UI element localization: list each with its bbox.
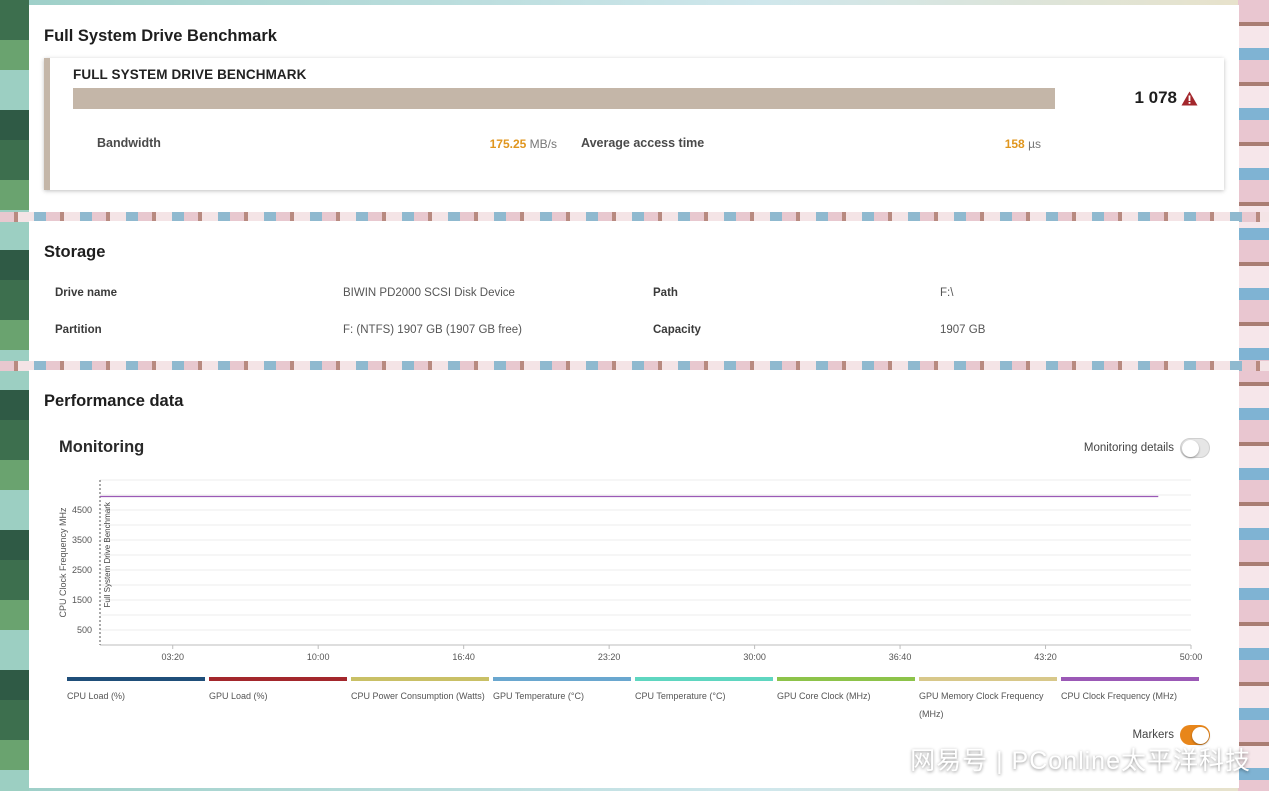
- desktop-wallpaper-right: [1238, 0, 1269, 791]
- legend-item[interactable]: CPU Clock Frequency (MHz): [1061, 677, 1199, 723]
- legend-swatch: [1061, 677, 1199, 681]
- x-tick-label: 10:00: [307, 652, 330, 662]
- score-value: 1 078: [1134, 88, 1177, 107]
- x-tick-label: 30:00: [743, 652, 766, 662]
- path-label: Path: [653, 287, 678, 299]
- bandwidth-label: Bandwidth: [97, 136, 161, 150]
- benchmark-name: FULL SYSTEM DRIVE BENCHMARK: [73, 67, 307, 82]
- monitoring-details-toggle[interactable]: [1180, 438, 1210, 458]
- legend-label: GPU Temperature (°C): [493, 691, 584, 701]
- capacity-value: 1907 GB: [940, 324, 986, 336]
- storage-panel: Storage Drive name BIWIN PD2000 SCSI Dis…: [29, 221, 1239, 361]
- legend-label: CPU Temperature (°C): [635, 691, 726, 701]
- score-bar: [73, 88, 1055, 109]
- performance-panel: Performance data Monitoring Monitoring d…: [29, 370, 1239, 788]
- benchmark-result-card: FULL SYSTEM DRIVE BENCHMARK 1 078 Bandwi…: [44, 58, 1224, 190]
- legend-label: CPU Power Consumption (Watts): [351, 691, 485, 701]
- performance-section-title: Performance data: [44, 392, 184, 410]
- legend-item[interactable]: GPU Load (%): [209, 677, 347, 723]
- storage-section-title: Storage: [44, 243, 106, 261]
- legend-label: GPU Core Clock (MHz): [777, 691, 871, 701]
- legend-swatch: [67, 677, 205, 681]
- legend-swatch: [351, 677, 489, 681]
- legend-swatch: [777, 677, 915, 681]
- y-axis-label: CPU Clock Frequency MHz: [58, 507, 68, 618]
- score-bar-fill: [73, 88, 1055, 109]
- y-tick-label: 2500: [72, 565, 92, 575]
- access-time-value: 158 µs: [1005, 137, 1041, 151]
- legend-swatch: [493, 677, 631, 681]
- watermark: 网易号 | PConline太平洋科技: [910, 747, 1251, 775]
- legend-item[interactable]: CPU Temperature (°C): [635, 677, 773, 723]
- monitoring-details-toggle-row: Monitoring details: [1084, 438, 1210, 458]
- x-tick-label: 23:20: [598, 652, 621, 662]
- benchmark-panel: Full System Drive Benchmark FULL SYSTEM …: [29, 5, 1239, 212]
- legend-item[interactable]: CPU Load (%): [67, 677, 205, 723]
- legend-label: CPU Clock Frequency (MHz): [1061, 691, 1178, 701]
- monitoring-chart: 500 1500 2500 3500 4500 03:20 10:00 16:40 23:20 3…: [58, 479, 1203, 662]
- benchmark-section-title: Full System Drive Benchmark: [44, 27, 277, 45]
- legend-swatch: [635, 677, 773, 681]
- partition-value: F: (NTFS) 1907 GB (1907 GB free): [343, 324, 522, 336]
- x-tick-label: 16:40: [452, 652, 475, 662]
- access-time-number: 158: [1004, 137, 1025, 151]
- markers-label: Markers: [1132, 729, 1174, 741]
- legend-swatch: [919, 677, 1057, 681]
- x-tick-label: 36:40: [889, 652, 912, 662]
- access-time-unit: µs: [1028, 137, 1041, 151]
- legend-item[interactable]: GPU Temperature (°C): [493, 677, 631, 723]
- y-tick-label: 3500: [72, 535, 92, 545]
- x-tick-label: 50:00: [1180, 652, 1203, 662]
- y-tick-label: 500: [77, 625, 92, 635]
- monitoring-title: Monitoring: [59, 438, 145, 456]
- partition-label: Partition: [55, 324, 102, 336]
- y-tick-label: 1500: [72, 595, 92, 605]
- chart-legend: CPU Load (%) GPU Load (%) CPU Power Consum…: [67, 677, 1202, 723]
- warning-triangle-icon[interactable]: [1181, 91, 1198, 106]
- access-time-label: Average access time: [581, 136, 705, 150]
- legend-label: GPU Memory Clock Frequency (MHz): [919, 691, 1044, 719]
- drive-name-label: Drive name: [55, 287, 118, 299]
- drive-name-value: BIWIN PD2000 SCSI Disk Device: [343, 287, 515, 299]
- x-tick-label: 43:20: [1034, 652, 1057, 662]
- y-tick-label: 4500: [72, 505, 92, 515]
- legend-label: GPU Load (%): [209, 691, 268, 701]
- x-tick-label: 03:20: [161, 652, 184, 662]
- bandwidth-unit: MB/s: [529, 137, 557, 151]
- desktop-wallpaper-left: [0, 0, 29, 791]
- bandwidth-number: 175.25: [489, 137, 527, 151]
- legend-item[interactable]: GPU Memory Clock Frequency (MHz): [919, 677, 1057, 723]
- legend-item[interactable]: CPU Power Consumption (Watts): [351, 677, 489, 723]
- bandwidth-value: 175.25 MB/s: [490, 137, 557, 151]
- capacity-label: Capacity: [653, 324, 701, 336]
- legend-swatch: [209, 677, 347, 681]
- benchmark-score: 1 078: [1134, 88, 1198, 108]
- path-value: F:\: [940, 287, 954, 299]
- monitoring-details-label: Monitoring details: [1083, 442, 1174, 454]
- legend-label: CPU Load (%): [67, 691, 126, 701]
- benchmark-marker-label: Full System Drive Benchmark: [103, 501, 112, 607]
- legend-item[interactable]: GPU Core Clock (MHz): [777, 677, 915, 723]
